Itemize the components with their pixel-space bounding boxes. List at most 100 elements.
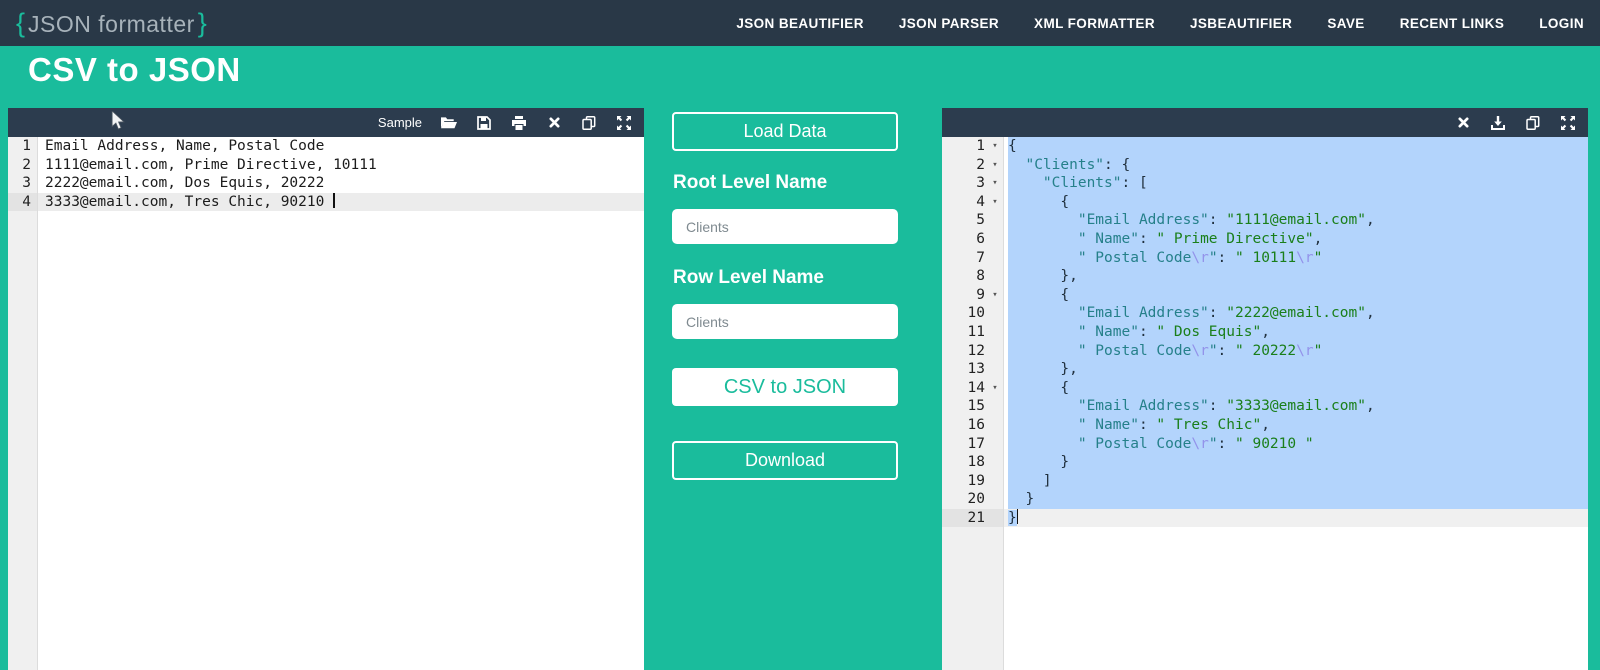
code-line[interactable]: " Postal Code\r": " 90210 " [1008, 434, 1588, 454]
root-level-name-label: Root Level Name [673, 172, 828, 193]
code-line[interactable]: " Postal Code\r": " 10111\r" [1008, 248, 1588, 268]
navbar: { JSON formatter } JSON BEAUTIFIER JSON P… [0, 0, 1600, 46]
code-line[interactable]: " Name": " Prime Directive", [1008, 229, 1588, 249]
line-number: 21 [967, 509, 985, 526]
logo-open-brace: { [16, 7, 26, 38]
line-number: 1 [976, 138, 985, 154]
code-line[interactable]: 3333@email.com, Tres Chic, 90210 [38, 192, 644, 212]
nav-item-xml-formatter[interactable]: XML FORMATTER [1034, 16, 1155, 31]
csv-editor-toolbar: Sample [8, 108, 644, 137]
code-line[interactable]: { [1008, 137, 1588, 156]
fullscreen-icon[interactable] [616, 115, 632, 131]
fullscreen-icon[interactable] [1560, 115, 1576, 131]
copy-icon[interactable] [1525, 115, 1541, 131]
code-line[interactable]: } [1008, 453, 1588, 472]
line-number: 19 [967, 472, 985, 489]
code-line[interactable]: Email Address, Name, Postal Code [45, 137, 644, 156]
code-line[interactable]: { [1008, 192, 1588, 212]
code-line[interactable]: "Email Address": "3333@email.com", [1008, 397, 1588, 416]
fold-toggle-icon[interactable]: ▾ [987, 379, 1003, 398]
sample-button[interactable]: Sample [378, 115, 422, 130]
logo-text: JSON formatter [28, 10, 195, 37]
line-number: 3 [976, 175, 985, 192]
fold-toggle-icon[interactable]: ▾ [987, 156, 1003, 175]
fold-toggle-icon[interactable]: ▾ [987, 137, 1003, 156]
code-line[interactable]: }, [1008, 360, 1588, 379]
line-number: 14 [967, 379, 985, 396]
code-line[interactable]: 1111@email.com, Prime Directive, 10111 [45, 156, 644, 175]
text-caret [333, 192, 335, 208]
nav-item-save[interactable]: SAVE [1327, 16, 1364, 31]
code-line[interactable]: " Name": " Tres Chic", [1008, 415, 1588, 435]
load-data-button[interactable]: Load Data [672, 112, 898, 151]
line-number: 16 [967, 416, 985, 433]
logo-close-brace: } [197, 7, 207, 38]
line-number: 7 [976, 249, 985, 266]
line-number: 15 [967, 398, 985, 415]
code-line[interactable]: } [1004, 508, 1588, 528]
csv-editor-code[interactable]: Email Address, Name, Postal Code 1111@ema… [38, 137, 644, 670]
fold-toggle-icon[interactable]: ▾ [987, 193, 1003, 212]
row-level-name-label: Row Level Name [673, 267, 824, 288]
nav-menu: JSON BEAUTIFIER JSON PARSER XML FORMATTER J… [736, 16, 1584, 31]
code-line[interactable]: { [1008, 378, 1588, 398]
code-line[interactable]: }, [1008, 267, 1588, 286]
line-number: 17 [967, 435, 985, 452]
code-line[interactable]: ] [1008, 471, 1588, 491]
line-number: 11 [967, 323, 985, 340]
csv-to-json-button[interactable]: CSV to JSON [672, 368, 898, 406]
json-editor-gutter: 1 ▾ 2 ▾ 3 ▾ 4 ▾ 5 6 7 8 9 ▾ 10 11 12 13 14 ▾ 15 16 17 18 19 20 21 [942, 137, 1004, 670]
nav-item-json-beautifier[interactable]: JSON BEAUTIFIER [736, 16, 864, 31]
csv-editor-gutter: 1 2 34 [8, 137, 38, 670]
code-line[interactable]: "Email Address": "2222@email.com", [1008, 304, 1588, 323]
nav-item-recent-links[interactable]: RECENT LINKS [1400, 16, 1505, 31]
line-number: 3 [22, 175, 31, 192]
code-line[interactable]: " Name": " Dos Equis", [1008, 322, 1588, 342]
page-title: CSV to JSON [28, 51, 241, 88]
row-level-name-input[interactable] [672, 304, 898, 339]
line-number: 13 [967, 361, 985, 378]
code-line[interactable]: "Clients": { [1008, 155, 1588, 175]
code-line[interactable]: 2222@email.com, Dos Equis, 20222 [45, 174, 644, 193]
code-line[interactable]: "Email Address": "1111@email.com", [1008, 211, 1588, 230]
csv-editor-panel: Sample 1 2 34 Email Address, Name, Postal … [8, 108, 644, 670]
code-line[interactable]: } [1008, 490, 1588, 509]
nav-item-json-parser[interactable]: JSON PARSER [899, 16, 999, 31]
clear-icon[interactable] [546, 115, 562, 131]
nav-item-jsbeautifier[interactable]: JSBEAUTIFIER [1190, 16, 1292, 31]
fold-toggle-icon[interactable]: ▾ [987, 286, 1003, 305]
save-icon[interactable] [476, 115, 492, 131]
nav-item-login[interactable]: LOGIN [1539, 16, 1584, 31]
line-number: 5 [976, 212, 985, 229]
code-line[interactable]: " Postal Code\r": " 20222\r" [1008, 341, 1588, 361]
json-editor-panel: 1 ▾ 2 ▾ 3 ▾ 4 ▾ 5 6 7 8 9 ▾ 10 11 12 13 14 ▾ 15 16 17 18 19 20 21 … [942, 108, 1588, 670]
site-logo[interactable]: { JSON formatter } [16, 8, 207, 39]
json-editor-body[interactable]: 1 ▾ 2 ▾ 3 ▾ 4 ▾ 5 6 7 8 9 ▾ 10 11 12 13 14 ▾ 15 16 17 18 19 20 21 … [942, 137, 1588, 670]
folder-open-icon[interactable] [441, 115, 457, 131]
line-number: 20 [967, 491, 985, 508]
code-line[interactable]: "Clients": [ [1008, 174, 1588, 193]
copy-icon[interactable] [581, 115, 597, 131]
line-number: 8 [976, 268, 985, 285]
text-caret [1016, 508, 1019, 524]
line-number: 2 [976, 156, 985, 173]
fold-toggle-icon[interactable]: ▾ [987, 174, 1003, 193]
csv-editor-body[interactable]: 1 2 34 Email Address, Name, Postal Code 111… [8, 137, 644, 670]
line-number: 4 [976, 193, 985, 210]
code-line[interactable]: { [1008, 285, 1588, 305]
root-level-name-input[interactable] [672, 209, 898, 244]
json-editor-toolbar [942, 108, 1588, 137]
download-button[interactable]: Download [672, 441, 898, 480]
line-number: 4 [22, 193, 31, 210]
clear-icon[interactable] [1455, 115, 1471, 131]
line-number: 10 [967, 305, 985, 322]
line-number: 12 [967, 342, 985, 359]
line-number: 1 [22, 138, 31, 154]
line-number: 2 [22, 156, 31, 173]
json-editor-code[interactable]: { "Clients": { "Clients": [ { "Email Add… [1004, 137, 1588, 670]
line-number: 18 [967, 454, 985, 471]
line-number: 9 [976, 286, 985, 303]
print-icon[interactable] [511, 115, 527, 131]
line-number: 6 [976, 230, 985, 247]
download-icon[interactable] [1490, 115, 1506, 131]
